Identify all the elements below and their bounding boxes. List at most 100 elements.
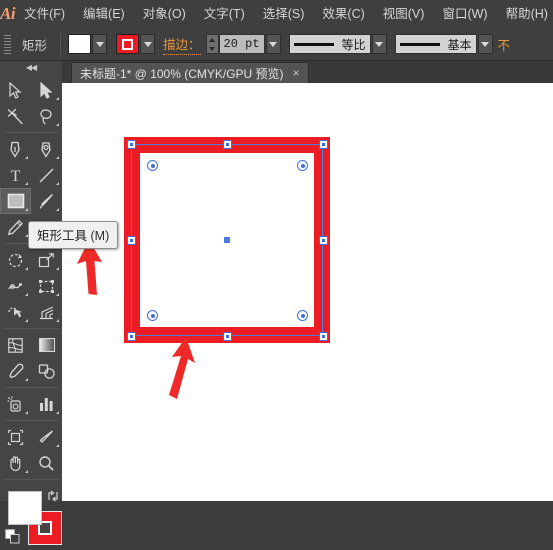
tool-group-corner-icon <box>56 123 59 126</box>
fill-dropdown-chevron-down-icon[interactable] <box>92 34 108 54</box>
selection-handle-middle-right <box>318 235 328 245</box>
illustrator-window: Ai 文件(F) 编辑(E) 对象(O) 文字(T) 选择(S) 效果(C) 视… <box>0 0 553 545</box>
menu-object[interactable]: 对象(O) <box>134 0 195 28</box>
menu-effect[interactable]: 效果(C) <box>313 0 373 28</box>
scale-tool[interactable] <box>31 247 62 273</box>
opacity-label[interactable]: 不 <box>498 35 511 54</box>
stroke-color-control[interactable] <box>116 34 156 54</box>
menu-select[interactable]: 选择(S) <box>254 0 314 28</box>
stroke-weight-chevron-down-icon[interactable] <box>265 34 281 54</box>
menu-type[interactable]: 文字(T) <box>195 0 254 28</box>
tool-group-corner-icon <box>56 156 59 159</box>
stroke-weight-input[interactable]: 20 pt <box>218 34 265 54</box>
tool-divider <box>3 132 59 133</box>
close-icon[interactable]: × <box>293 67 300 79</box>
tool-group-corner-icon <box>25 267 28 270</box>
type-tool[interactable]: T <box>0 162 31 188</box>
gradient-tool[interactable] <box>31 332 62 358</box>
tool-group-corner-icon <box>56 293 59 296</box>
artboard-tool[interactable] <box>0 424 31 450</box>
tools-grid: T <box>0 75 62 483</box>
pen-tool[interactable] <box>0 136 31 162</box>
document-canvas[interactable] <box>62 83 553 501</box>
corner-radius-widget-bottom-left <box>147 310 158 321</box>
menu-help[interactable]: 帮助(H) <box>497 0 553 28</box>
control-bar-grip[interactable] <box>4 33 13 55</box>
selection-handle-top-left <box>126 139 136 149</box>
tool-divider <box>3 328 59 329</box>
rotate-tool[interactable] <box>0 247 31 273</box>
tools-panel-header[interactable]: ◀◀ <box>0 61 62 75</box>
tool-group-corner-icon <box>56 411 59 414</box>
selection-handle-middle-left <box>126 235 136 245</box>
menu-window[interactable]: 窗口(W) <box>433 0 496 28</box>
selected-object-type: 矩形 <box>22 38 48 53</box>
svg-text:T: T <box>11 168 21 183</box>
zoom-tool[interactable] <box>31 450 62 476</box>
slice-tool[interactable] <box>31 424 62 450</box>
stroke-swatch[interactable] <box>116 34 140 54</box>
selection-tool[interactable] <box>0 77 31 103</box>
tool-group-corner-icon <box>56 444 59 447</box>
stroke-weight-stepper[interactable] <box>205 34 219 54</box>
fill-stroke-indicator <box>0 487 62 549</box>
column-graph-tool[interactable] <box>31 391 62 417</box>
mesh-tool[interactable] <box>0 332 31 358</box>
lasso-tool[interactable] <box>31 103 62 129</box>
menu-edit[interactable]: 编辑(E) <box>74 0 134 28</box>
tool-group-corner-icon <box>56 208 59 211</box>
menu-view[interactable]: 视图(V) <box>374 0 434 28</box>
direct-selection-tool[interactable] <box>31 77 62 103</box>
fill-swatch[interactable] <box>68 34 92 54</box>
divider <box>60 33 62 55</box>
selection-handle-bottom-center <box>222 331 232 341</box>
brush-definition-value: 基本 <box>447 37 472 52</box>
stroke-weight-label[interactable]: 描边： <box>163 34 201 55</box>
eyedropper-tool[interactable] <box>0 358 31 384</box>
ai-logo-icon: Ai <box>0 4 16 23</box>
fill-color-box[interactable] <box>8 491 42 525</box>
corner-radius-widget-top-left <box>147 160 158 171</box>
pencil-tool[interactable] <box>0 214 31 240</box>
stepper-up-icon[interactable] <box>207 35 218 44</box>
free-transform-tool[interactable] <box>31 273 62 299</box>
line-segment-tool[interactable] <box>31 162 62 188</box>
magic-wand-tool[interactable] <box>0 103 31 129</box>
selection-center-point <box>224 237 230 243</box>
corner-radius-widget-bottom-right <box>297 310 308 321</box>
paintbrush-tool[interactable] <box>31 188 62 214</box>
stroke-profile-chevron-down-icon[interactable] <box>371 34 387 54</box>
control-bar: 矩形 描边： 20 pt 等比 基本 不 <box>0 28 553 61</box>
brush-definition-chevron-down-icon[interactable] <box>477 34 493 54</box>
curvature-tool[interactable] <box>31 136 62 162</box>
brush-preview-icon <box>399 42 440 46</box>
stroke-profile-select[interactable]: 等比 <box>288 34 371 54</box>
selection-handle-bottom-right <box>318 331 328 341</box>
document-tab[interactable]: 未标题-1* @ 100% (CMYK/GPU 预览) × <box>71 62 309 83</box>
tool-group-corner-icon <box>25 293 28 296</box>
rectangle-tool[interactable] <box>0 188 31 214</box>
corner-radius-widget-top-right <box>297 160 308 171</box>
hand-tool[interactable] <box>0 450 31 476</box>
tools-panel: ◀◀ T <box>0 61 63 545</box>
document-tab-title: 未标题-1* @ 100% (CMYK/GPU 预览) <box>80 66 284 81</box>
rectangle-tool-tooltip: 矩形工具 (M) <box>28 221 119 249</box>
width-tool[interactable] <box>0 273 31 299</box>
blend-tool[interactable] <box>31 358 62 384</box>
stroke-dropdown-chevron-down-icon[interactable] <box>140 34 156 54</box>
brush-definition-select[interactable]: 基本 <box>394 34 477 54</box>
tooltip-label: 矩形工具 <box>37 229 88 243</box>
tool-group-corner-icon <box>25 411 28 414</box>
tool-group-corner-icon <box>25 470 28 473</box>
menu-file[interactable]: 文件(F) <box>15 0 74 28</box>
tool-group-corner-icon <box>25 156 28 159</box>
collapse-panel-icon[interactable]: ◀◀ <box>26 64 37 72</box>
tool-group-corner-icon <box>25 378 28 381</box>
tool-divider <box>3 420 59 421</box>
stepper-down-icon[interactable] <box>207 44 218 53</box>
default-fill-stroke-icon[interactable] <box>5 529 21 545</box>
shape-builder-tool[interactable] <box>0 299 31 325</box>
fill-color-control[interactable] <box>68 34 108 54</box>
perspective-grid-tool[interactable] <box>31 299 62 325</box>
symbol-sprayer-tool[interactable] <box>0 391 31 417</box>
